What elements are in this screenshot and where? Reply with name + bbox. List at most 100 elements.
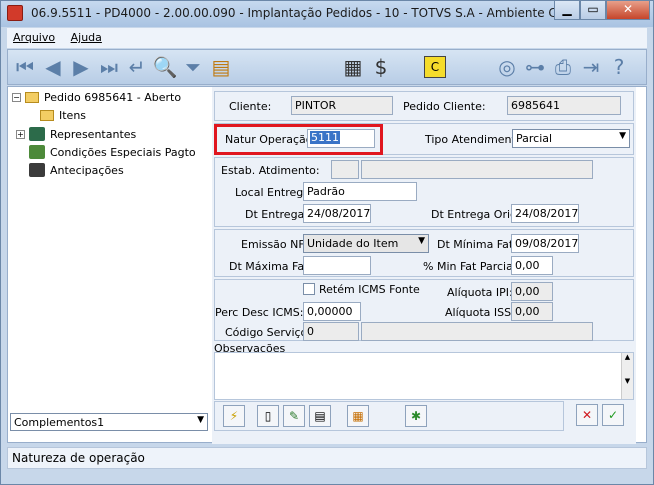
nf-emission-label: Emissão NF:: [241, 238, 308, 251]
billing-panel: Emissão NF: Unidade do Item ▼ Dt Mínima …: [214, 229, 634, 277]
status-text: Natureza de operação: [12, 451, 145, 465]
tree-item-label: Itens: [59, 109, 87, 122]
representative-icon: [29, 127, 45, 141]
iss-rate-label: Alíquota ISS:: [445, 306, 515, 319]
estab-label: Estab. Atdimento:: [221, 164, 320, 177]
exit-icon[interactable]: ⇥: [578, 54, 604, 80]
calculator-icon[interactable]: ▦: [340, 54, 366, 80]
tree-item-antecipacoes[interactable]: Antecipações: [29, 163, 124, 177]
estab-code-field: [331, 160, 359, 179]
tree-item-itens[interactable]: Itens: [40, 109, 86, 122]
ipi-rate-field: 0,00: [511, 282, 553, 301]
new-document-icon[interactable]: ▯: [257, 405, 279, 427]
toolbar: ⏮ ◀ ▶ ⏭ ↵ 🔍 ⏷ ▤ ▦ $ C ◎ ⊶ ⎙ ⇥ ?: [7, 49, 647, 85]
tree-item-condicoes[interactable]: Condições Especiais Pagto: [29, 145, 196, 159]
icms-discount-label: Perc Desc ICMS:: [215, 306, 304, 319]
observations-scrollbar[interactable]: ▲ ▼: [621, 353, 633, 399]
chevron-down-icon: ▼: [197, 415, 204, 425]
min-billing-date-input[interactable]: 09/08/2017: [511, 234, 579, 253]
next-record-icon[interactable]: ▶: [68, 54, 94, 80]
window-title: 06.9.5511 - PD4000 - 2.00.00.090 - Impla…: [31, 6, 613, 20]
app-icon: [7, 5, 23, 21]
price-icon[interactable]: $: [368, 54, 394, 80]
client-order-label: Pedido Cliente:: [403, 100, 486, 113]
observations-textarea[interactable]: ▲ ▼: [214, 352, 634, 400]
edit-document-icon[interactable]: ✎: [283, 405, 305, 427]
menu-bar: Arquivo Ajuda: [7, 28, 647, 48]
help-icon[interactable]: ?: [606, 54, 632, 80]
confirm-order-icon[interactable]: C: [424, 56, 446, 78]
folder-report-icon[interactable]: ▦: [347, 405, 369, 427]
estab-name-field: [361, 160, 593, 179]
expand-icon[interactable]: +: [16, 129, 25, 139]
tree-item-label: Condições Especiais Pagto: [50, 145, 196, 159]
iss-rate-field: 0,00: [511, 302, 553, 321]
min-billing-date-label: Dt Mínima Fat:: [437, 238, 517, 251]
delivery-place-label: Local Entrega:: [235, 186, 314, 199]
service-type-select[interactable]: Parcial ▼: [512, 129, 630, 148]
menu-arquivo[interactable]: Arquivo: [7, 28, 61, 44]
action-toolbar: ⚡ ▯ ✎ ▤ ▦ ✱: [214, 401, 564, 431]
previous-record-icon[interactable]: ◀: [40, 54, 66, 80]
min-partial-label: % Min Fat Parcial:: [423, 260, 520, 273]
natur-operation-highlight: [214, 124, 383, 155]
max-billing-date-label: Dt Máxima Fat:: [229, 260, 313, 273]
tree-item-label: Representantes: [50, 127, 137, 141]
search-icon[interactable]: 🔍: [152, 54, 178, 80]
delivery-date-input[interactable]: 24/08/2017: [303, 204, 371, 223]
min-partial-input[interactable]: 0,00: [511, 256, 553, 275]
chevron-down-icon: ▼: [418, 236, 425, 246]
nf-emission-select[interactable]: Unidade do Item ▼: [303, 234, 429, 253]
tree-item-order[interactable]: − Pedido 6985641 - Aberto: [12, 91, 181, 104]
delivery-place-input[interactable]: Padrão: [303, 182, 417, 201]
delivery-panel: Estab. Atdimento: Local Entrega: Padrão …: [214, 157, 634, 227]
minimize-button[interactable]: ▁: [554, 1, 580, 20]
goto-icon[interactable]: ↵: [124, 54, 150, 80]
client-panel: Cliente: PINTOR Pedido Cliente: 6985641: [214, 91, 634, 121]
title-bar: 06.9.5511 - PD4000 - 2.00.00.090 - Impla…: [1, 1, 653, 27]
menu-ajuda[interactable]: Ajuda: [65, 28, 108, 44]
ok-button[interactable]: ✓: [602, 404, 624, 426]
maximize-button[interactable]: ▭: [580, 1, 606, 20]
icms-discount-input[interactable]: 0,00000: [303, 302, 361, 321]
tree-item-label: Pedido 6985641 - Aberto: [44, 91, 182, 104]
service-type-value: Parcial: [516, 132, 553, 145]
folder-icon: [40, 110, 54, 121]
payment-conditions-icon: [29, 145, 45, 159]
tax-panel: Retém ICMS Fonte Alíquota IPI: 0,00 Perc…: [214, 279, 634, 341]
service-code-field: 0: [303, 322, 359, 341]
collapse-icon[interactable]: −: [12, 93, 21, 102]
process-icon[interactable]: ✱: [405, 405, 427, 427]
lightning-icon[interactable]: ⚡: [223, 405, 245, 427]
cancel-button[interactable]: ✕: [576, 404, 598, 426]
complements-select-value: Complementos1: [14, 416, 105, 429]
print-icon[interactable]: ⎙: [550, 54, 576, 80]
client-order-field: 6985641: [507, 96, 621, 115]
client-field: PINTOR: [291, 96, 393, 115]
application-window: 06.9.5511 - PD4000 - 2.00.00.090 - Impla…: [0, 0, 654, 485]
tree-item-representantes[interactable]: + Representantes: [16, 127, 136, 141]
delivery-date-label: Dt Entrega:: [245, 208, 308, 221]
folder-open-icon: [25, 92, 39, 103]
retain-icms-label: Retém ICMS Fonte: [319, 283, 420, 296]
ipi-rate-label: Alíquota IPI:: [447, 286, 513, 299]
tree-icon[interactable]: ⊶: [522, 54, 548, 80]
retain-icms-checkbox[interactable]: [303, 283, 315, 295]
filter-icon[interactable]: ⏷: [180, 54, 206, 80]
orig-delivery-date-input[interactable]: 24/08/2017: [511, 204, 579, 223]
order-tree: − Pedido 6985641 - Aberto Itens + Repres…: [8, 87, 212, 405]
list-icon[interactable]: ▤: [208, 54, 234, 80]
advance-payment-icon: [29, 163, 45, 177]
zoom-icon[interactable]: ◎: [494, 54, 520, 80]
first-record-icon[interactable]: ⏮: [12, 54, 38, 80]
orig-delivery-date-label: Dt Entrega Orig:: [431, 208, 521, 221]
last-record-icon[interactable]: ⏭: [96, 54, 122, 80]
copy-document-icon[interactable]: ▤: [309, 405, 331, 427]
tree-item-label: Antecipações: [50, 163, 124, 177]
close-button[interactable]: ✕: [606, 1, 650, 20]
chevron-down-icon: ▼: [619, 131, 626, 141]
client-label: Cliente:: [229, 100, 272, 113]
service-code-label: Código Serviço:: [225, 326, 311, 339]
max-billing-date-input[interactable]: [303, 256, 371, 275]
complements-select[interactable]: Complementos1 ▼: [10, 413, 208, 431]
